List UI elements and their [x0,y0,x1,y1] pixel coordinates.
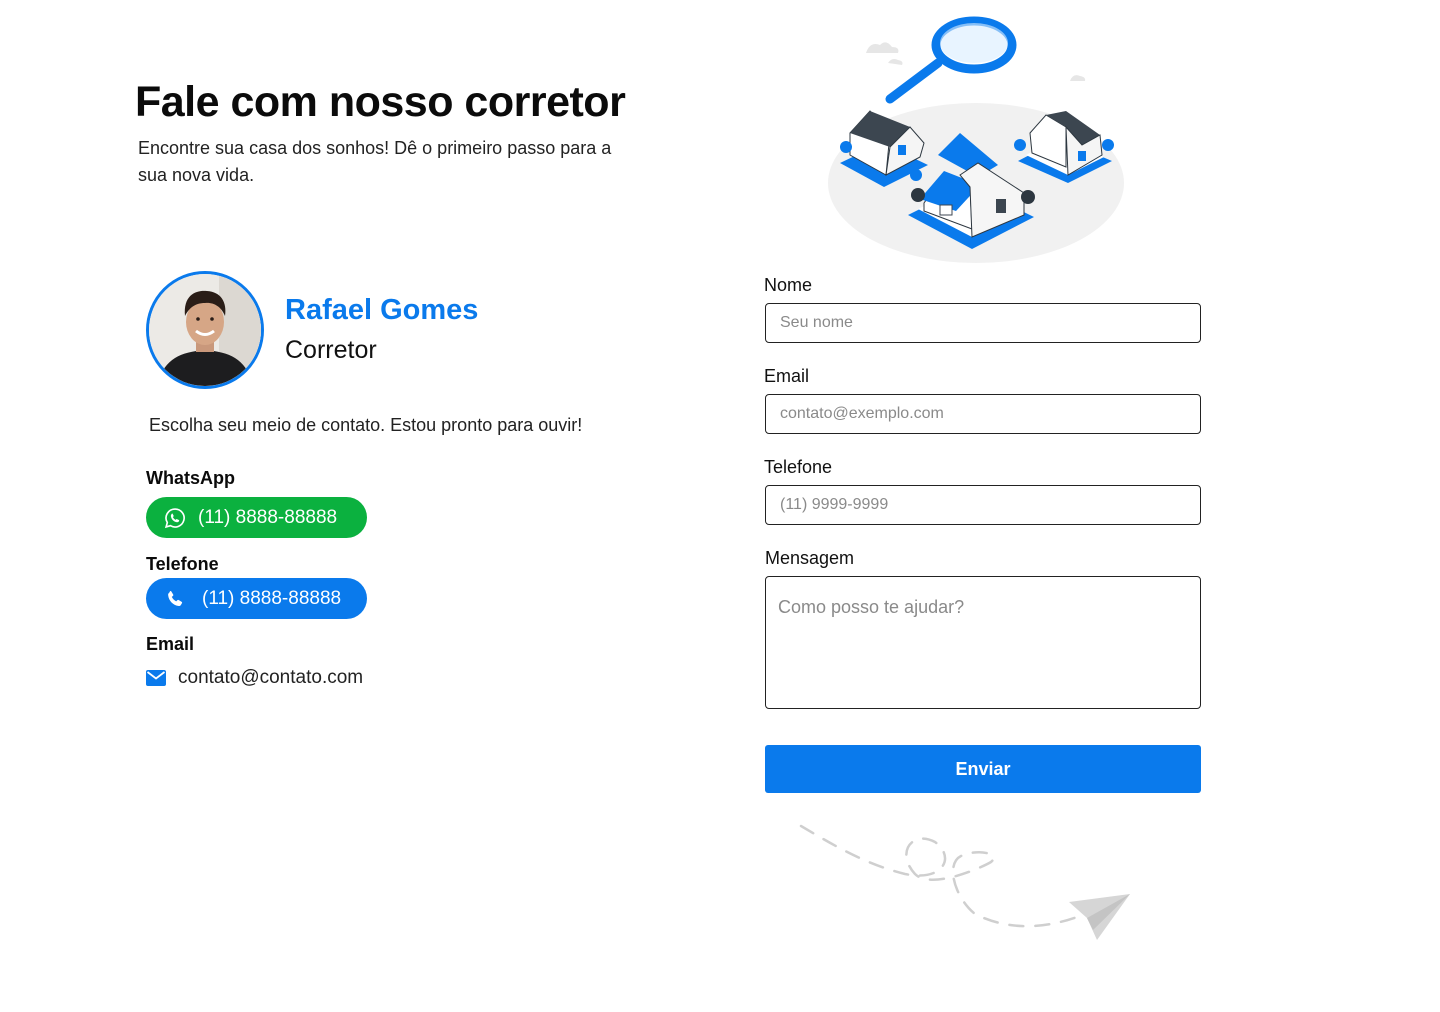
name-input[interactable] [765,303,1201,343]
name-label: Nome [764,275,813,295]
phone-number: (11) 8888-88888 [202,587,342,609]
email-address: contato@contato.com [178,667,364,688]
paper-plane-decoration [795,818,1140,948]
phone-field-label: Telefone [764,457,833,477]
contact-intro: Escolha seu meio de contato. Estou pront… [149,415,583,435]
submit-button[interactable]: Enviar [765,745,1201,793]
email-label: Email [764,366,810,386]
agent-role: Corretor [285,336,377,364]
message-label: Mensagem [765,548,855,568]
envelope-icon [146,670,166,686]
agent-avatar [146,271,264,389]
phone-input[interactable] [765,485,1201,525]
phone-label: Telefone [146,554,219,574]
phone-button[interactable]: (11) 8888-88888 [146,578,367,619]
whatsapp-label: WhatsApp [146,468,235,488]
houses-search-illustration [820,15,1130,267]
whatsapp-icon [164,507,186,529]
email-input[interactable] [765,394,1201,434]
phone-icon [164,588,186,610]
email-contact-label: Email [146,634,195,654]
email-contact-link[interactable]: contato@contato.com [146,667,363,689]
whatsapp-number: (11) 8888-88888 [198,506,338,528]
message-textarea[interactable] [765,576,1201,709]
agent-name: Rafael Gomes [285,294,479,326]
page-title: Fale com nosso corretor [135,78,626,126]
page-subtitle: Encontre sua casa dos sonhos! Dê o prime… [138,138,612,185]
contact-page: Fale com nosso corretor Encontre sua cas… [0,0,1440,1012]
whatsapp-button[interactable]: (11) 8888-88888 [146,497,367,538]
